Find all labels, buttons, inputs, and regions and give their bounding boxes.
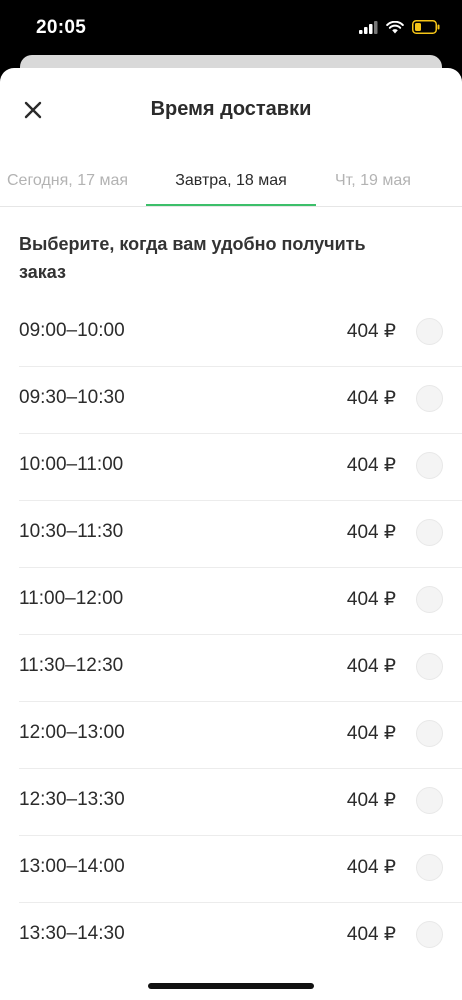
slot-time: 09:00–10:00: [19, 320, 125, 341]
choose-time-prompt: Выберите, когда вам удобно получить зака…: [19, 234, 366, 282]
slot-price: 404 ₽: [346, 589, 396, 610]
time-slot[interactable]: 11:30–12:30 404 ₽: [19, 635, 462, 702]
slot-time: 10:00–11:00: [19, 454, 124, 475]
tab-tomorrow[interactable]: Завтра, 18 мая: [146, 158, 316, 206]
slot-radio[interactable]: [416, 452, 443, 479]
slot-time: 11:30–12:30: [19, 655, 124, 676]
status-time: 20:05: [36, 17, 87, 38]
slot-time: 13:30–14:30: [19, 923, 125, 944]
date-tabs: Сегодня, 17 мая Завтра, 18 мая Чт, 19 ма…: [0, 158, 462, 207]
slot-radio[interactable]: [416, 318, 443, 345]
slot-radio[interactable]: [416, 519, 443, 546]
slot-time: 12:00–13:00: [19, 722, 125, 743]
sheet-header: Время доставки: [0, 68, 462, 152]
slot-price: 404 ₽: [346, 388, 396, 409]
home-indicator: [148, 983, 314, 989]
slot-radio[interactable]: [416, 720, 443, 747]
tab-today[interactable]: Сегодня, 17 мая: [7, 158, 128, 204]
slot-time: 13:00–14:00: [19, 856, 125, 877]
battery-icon: [412, 20, 440, 39]
slot-time: 10:30–11:30: [19, 521, 124, 542]
slot-price: 404 ₽: [346, 857, 396, 878]
slot-radio[interactable]: [416, 653, 443, 680]
time-slot[interactable]: 12:00–13:00 404 ₽: [19, 702, 462, 769]
time-slot[interactable]: 10:00–11:00 404 ₽: [19, 434, 462, 501]
slot-price: 404 ₽: [346, 455, 396, 476]
time-slot[interactable]: 10:30–11:30 404 ₽: [19, 501, 462, 568]
slot-price: 404 ₽: [346, 321, 396, 342]
time-slot[interactable]: 13:00–14:00 404 ₽: [19, 836, 462, 903]
status-icons: [359, 20, 440, 39]
time-slot-list: 09:00–10:00 404 ₽ 09:30–10:30 404 ₽ 10:0…: [19, 300, 462, 969]
slot-time: 12:30–13:30: [19, 789, 125, 810]
slot-radio[interactable]: [416, 586, 443, 613]
slot-time: 09:30–10:30: [19, 387, 125, 408]
slot-radio[interactable]: [416, 854, 443, 881]
wifi-icon: [386, 20, 404, 39]
tab-thursday[interactable]: Чт, 19 мая: [335, 158, 411, 204]
slot-price: 404 ₽: [346, 656, 396, 677]
page-title: Время доставки: [150, 98, 312, 120]
slot-time: 11:00–12:00: [19, 588, 124, 609]
time-slot[interactable]: 11:00–12:00 404 ₽: [19, 568, 462, 635]
time-slot[interactable]: 09:00–10:00 404 ₽: [19, 300, 462, 367]
status-bar: 20:05: [0, 0, 462, 56]
slot-price: 404 ₽: [346, 723, 396, 744]
cellular-signal-icon: [359, 20, 378, 39]
slot-radio[interactable]: [416, 385, 443, 412]
time-slot[interactable]: 09:30–10:30 404 ₽: [19, 367, 462, 434]
slot-radio[interactable]: [416, 787, 443, 814]
time-slot[interactable]: 13:30–14:30 404 ₽: [19, 903, 462, 969]
delivery-time-sheet: Время доставки Сегодня, 17 мая Завтра, 1…: [0, 68, 462, 1000]
slot-price: 404 ₽: [346, 522, 396, 543]
slot-radio[interactable]: [416, 921, 443, 948]
slot-price: 404 ₽: [346, 924, 396, 945]
time-slot[interactable]: 12:30–13:30 404 ₽: [19, 769, 462, 836]
slot-price: 404 ₽: [346, 790, 396, 811]
